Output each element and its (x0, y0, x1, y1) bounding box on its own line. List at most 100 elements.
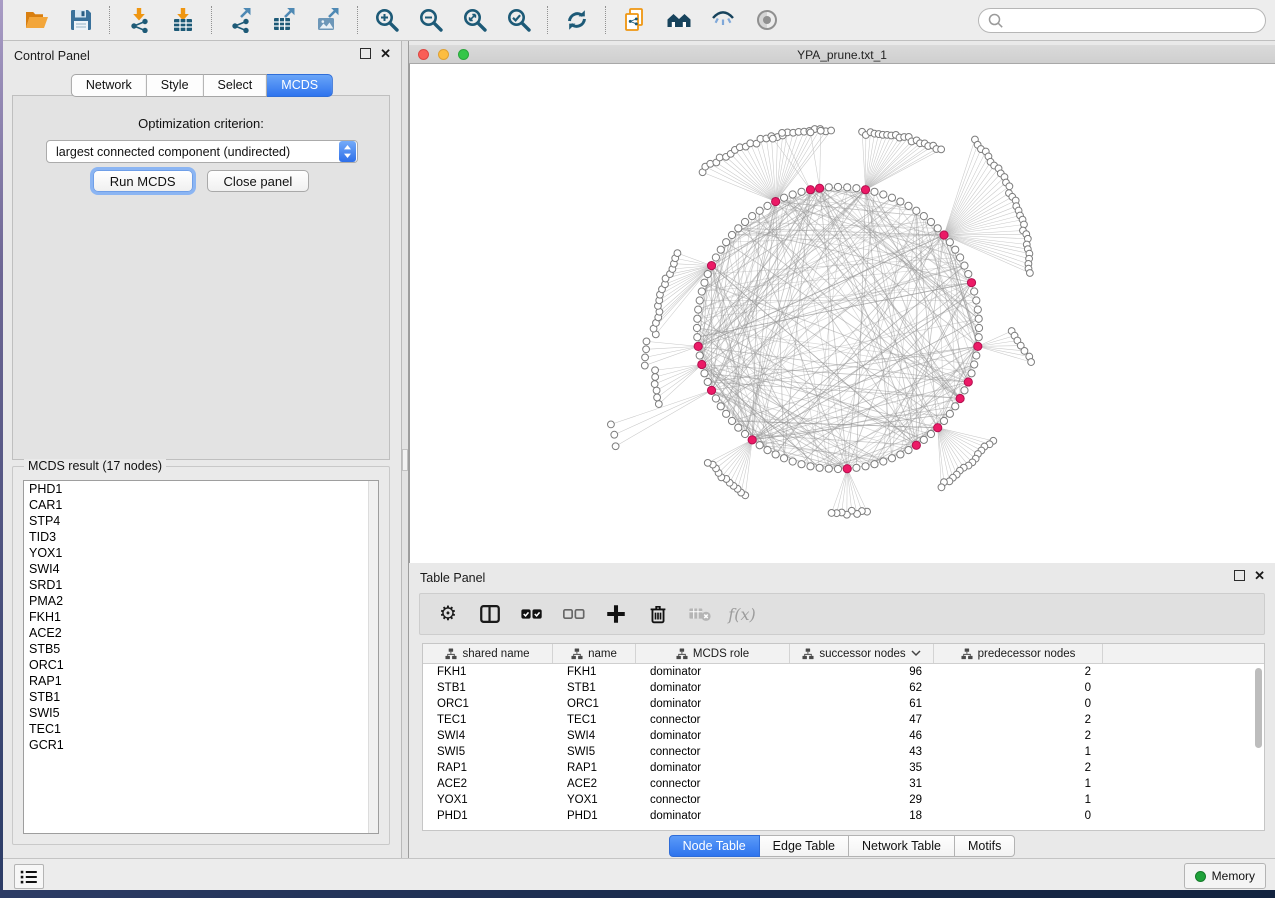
export-image-button[interactable] (314, 5, 344, 35)
mcds-result-item[interactable]: SRD1 (24, 577, 378, 593)
table-cell[interactable]: 2 (934, 728, 1103, 744)
criterion-dropdown[interactable]: largest connected component (undirected) (46, 140, 358, 163)
network-node[interactable] (975, 324, 982, 331)
network-node[interactable] (913, 207, 920, 214)
network-node[interactable] (1021, 347, 1028, 354)
network-node[interactable] (816, 464, 823, 471)
network-node[interactable] (940, 417, 947, 424)
table-cell[interactable]: connector (636, 776, 790, 792)
network-node[interactable] (938, 484, 945, 491)
network-node[interactable] (973, 352, 980, 359)
network-node[interactable] (780, 455, 787, 462)
mcds-result-item[interactable]: CAR1 (24, 497, 378, 513)
mcds-node[interactable] (956, 394, 964, 402)
network-node[interactable] (871, 461, 878, 468)
table-cell[interactable]: SWI5 (423, 744, 553, 760)
network-node[interactable] (694, 334, 701, 341)
table-cell[interactable]: TEC1 (553, 712, 636, 728)
network-node[interactable] (965, 270, 972, 277)
network-node[interactable] (723, 239, 730, 246)
table-row[interactable]: STB1STB1dominator620 (423, 680, 1264, 696)
memory-button[interactable]: Memory (1184, 863, 1266, 889)
mcds-node[interactable] (694, 342, 702, 350)
table-cell[interactable]: 31 (790, 776, 934, 792)
table-cell[interactable]: 35 (790, 760, 934, 776)
tab-network-table[interactable]: Network Table (849, 835, 955, 857)
network-node[interactable] (853, 185, 860, 192)
table-cell[interactable]: dominator (636, 664, 790, 680)
table-cell[interactable]: ACE2 (553, 776, 636, 792)
network-node[interactable] (853, 464, 860, 471)
splitter-handle[interactable] (402, 449, 408, 471)
mcds-result-item[interactable]: ORC1 (24, 657, 378, 673)
table-cell[interactable]: STB1 (423, 680, 553, 696)
mcds-result-item[interactable]: SWI4 (24, 561, 378, 577)
table-cell[interactable]: 61 (790, 696, 934, 712)
network-node[interactable] (952, 403, 959, 410)
mcds-result-item[interactable]: SWI5 (24, 705, 378, 721)
network-node[interactable] (828, 127, 835, 134)
network-node[interactable] (817, 127, 824, 134)
network-node[interactable] (971, 288, 978, 295)
network-node[interactable] (652, 367, 659, 374)
network-node[interactable] (696, 352, 703, 359)
network-node[interactable] (961, 262, 968, 269)
table-cell[interactable]: FKH1 (423, 664, 553, 680)
mcds-result-item[interactable]: FKH1 (24, 609, 378, 625)
network-node[interactable] (920, 213, 927, 220)
table-cell[interactable]: dominator (636, 808, 790, 824)
network-node[interactable] (717, 403, 724, 410)
network-node[interactable] (779, 130, 786, 137)
mcds-result-list[interactable]: PHD1CAR1STP4TID3YOX1SWI4SRD1PMA2FKH1ACE2… (23, 480, 379, 834)
table-cell[interactable]: ORC1 (423, 696, 553, 712)
network-node[interactable] (674, 250, 681, 257)
table-cell[interactable]: 96 (790, 664, 934, 680)
mcds-node[interactable] (964, 378, 972, 386)
table-cell[interactable]: SWI5 (553, 744, 636, 760)
network-node[interactable] (694, 315, 701, 322)
mcds-result-item[interactable]: RAP1 (24, 673, 378, 689)
mcds-result-item[interactable]: PHD1 (24, 481, 378, 497)
table-row[interactable]: PHD1PHD1dominator180 (423, 808, 1264, 824)
network-node[interactable] (934, 225, 941, 232)
network-node[interactable] (756, 207, 763, 214)
mcds-node[interactable] (707, 386, 715, 394)
network-node[interactable] (952, 246, 959, 253)
network-node[interactable] (712, 254, 719, 261)
table-cell[interactable]: 46 (790, 728, 934, 744)
network-node[interactable] (651, 381, 658, 388)
table-cell[interactable]: YOX1 (553, 792, 636, 808)
table-row[interactable]: SWI5SWI5connector431 (423, 744, 1264, 760)
network-node[interactable] (717, 246, 724, 253)
network-node[interactable] (828, 510, 835, 517)
network-node[interactable] (880, 458, 887, 465)
mcds-node[interactable] (974, 342, 982, 350)
delete-column-button[interactable] (644, 600, 672, 628)
network-node[interactable] (905, 447, 912, 454)
table-cell[interactable]: ACE2 (423, 776, 553, 792)
network-node[interactable] (825, 184, 832, 191)
mcds-node[interactable] (815, 184, 823, 192)
network-node[interactable] (641, 362, 648, 369)
network-node[interactable] (897, 451, 904, 458)
network-node[interactable] (704, 378, 711, 385)
network-node[interactable] (971, 361, 978, 368)
column-header-name[interactable]: name (553, 644, 636, 663)
table-cell[interactable]: 0 (934, 808, 1103, 824)
network-node[interactable] (642, 354, 649, 361)
zoom-in-button[interactable] (372, 5, 402, 35)
table-cell[interactable]: 1 (934, 792, 1103, 808)
network-node[interactable] (652, 374, 659, 381)
close-panel-button[interactable]: Close panel (207, 170, 310, 192)
vertical-splitter[interactable] (401, 41, 409, 858)
network-node[interactable] (789, 191, 796, 198)
table-cell[interactable]: 0 (934, 696, 1103, 712)
network-graph[interactable] (410, 64, 1274, 561)
network-node[interactable] (653, 387, 660, 394)
network-node[interactable] (735, 424, 742, 431)
import-table-button[interactable] (168, 5, 198, 35)
network-file-button[interactable] (620, 5, 650, 35)
table-row[interactable]: FKH1FKH1dominator962 (423, 664, 1264, 680)
column-header-shared-name[interactable]: shared name (423, 644, 553, 663)
window-zoom-icon[interactable] (458, 49, 469, 60)
